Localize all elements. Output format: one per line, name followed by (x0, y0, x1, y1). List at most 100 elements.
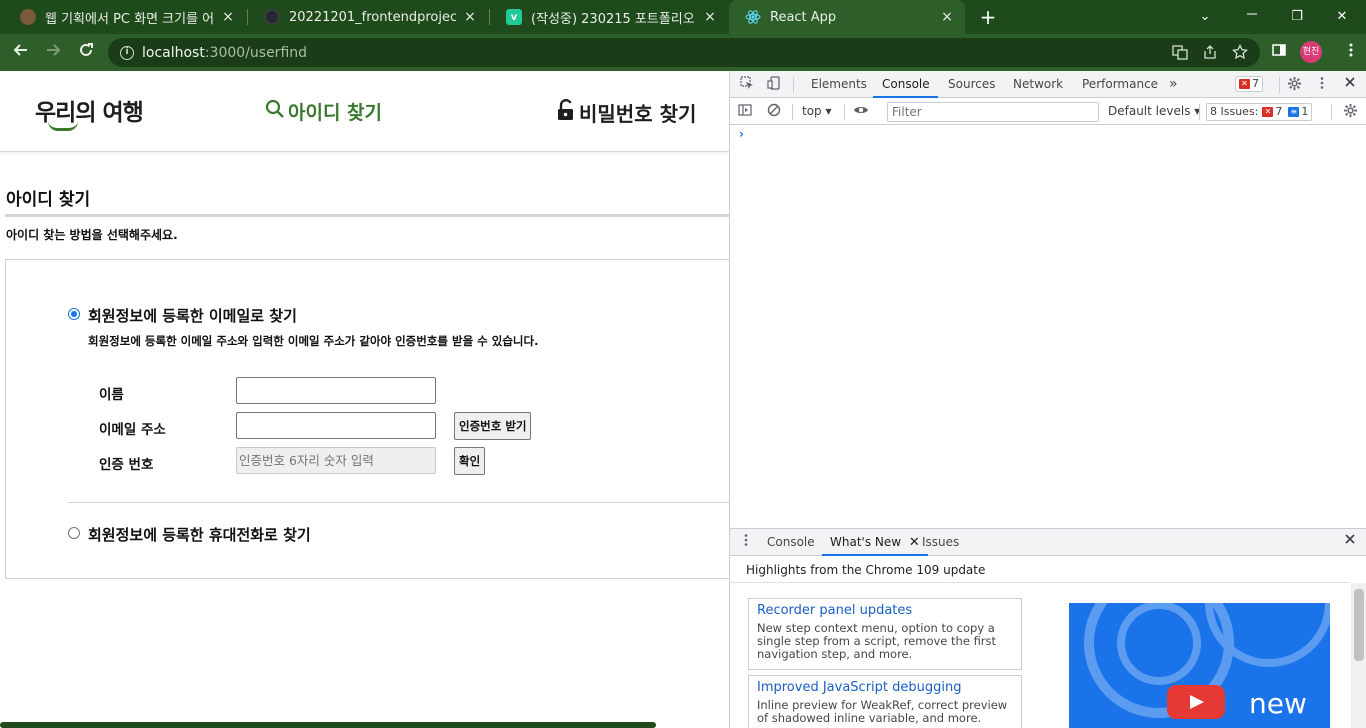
minimize-icon[interactable] (1240, 5, 1264, 29)
card-description: Inline preview for WeakRef, correct prev… (757, 698, 1008, 725)
page-description: 아이디 찾는 방법을 선택해주세요. (6, 228, 178, 242)
share-icon[interactable] (1200, 44, 1220, 64)
context-selector[interactable]: top ▾ (802, 104, 832, 118)
tab-favicon-icon (20, 9, 36, 25)
url-host: localhost (142, 44, 205, 61)
confirm-code-button[interactable]: 확인 (454, 447, 486, 475)
drawer-scrollbar-thumb[interactable] (1354, 589, 1364, 661)
reload-icon[interactable] (73, 40, 99, 66)
devtools-menu-icon[interactable] (1313, 76, 1331, 94)
side-panel-icon[interactable] (1266, 40, 1292, 66)
email-method-radio[interactable] (68, 308, 80, 320)
unlock-icon (556, 99, 579, 126)
tab-sources[interactable]: Sources (948, 71, 995, 98)
drawer-tab-whats-new[interactable]: What's New ✕ (822, 529, 928, 556)
profile-avatar[interactable]: 현진 (1300, 41, 1322, 63)
react-icon (745, 9, 761, 25)
tab-title: React App (770, 9, 837, 25)
devtools-drawer: Console What's New ✕ Issues Highlights f… (730, 528, 1366, 728)
card-title[interactable]: Improved JavaScript debugging (757, 680, 1013, 695)
drawer-divider (730, 582, 1350, 583)
chrome-update-promo-image[interactable]: new (1069, 603, 1330, 728)
youtube-play-icon[interactable] (1167, 685, 1225, 719)
tab-elements[interactable]: Elements (811, 71, 867, 98)
page-title: 아이디 찾기 (6, 190, 91, 210)
back-icon[interactable] (8, 40, 34, 66)
translate-icon[interactable] (1170, 44, 1190, 64)
tab-close-icon[interactable]: × (702, 9, 718, 25)
tab-title: (작성중) 230215 포트폴리오 프로 (531, 11, 696, 27)
address-bar[interactable]: i localhost:3000/userfind (108, 38, 1260, 67)
device-toolbar-icon[interactable] (765, 76, 783, 94)
log-levels-dropdown[interactable]: Default levels ▾ (1108, 104, 1200, 118)
toolbar-separator (844, 104, 845, 120)
error-count-badge[interactable]: ✕ 7 (1235, 76, 1263, 92)
more-tabs-icon[interactable]: » (1169, 71, 1178, 98)
search-icon (265, 99, 288, 124)
console-settings-icon[interactable] (1341, 103, 1359, 121)
tab-network[interactable]: Network (1013, 71, 1063, 98)
browser-tab-strip: 웹 기획에서 PC 화면 크기를 어떻 × 20221201_frontendp… (0, 0, 1366, 34)
show-sidebar-icon[interactable] (736, 103, 754, 121)
devtools-close-icon[interactable] (1341, 76, 1359, 94)
toolbar-separator (792, 104, 793, 120)
console-filter-input[interactable] (887, 102, 1099, 122)
error-icon: ✕ (1262, 107, 1274, 117)
toolbar-separator (793, 77, 794, 93)
clear-console-icon[interactable] (765, 103, 783, 121)
console-toolbar: top ▾ Default levels ▾ 8 Issues: ✕ 7 ≡ 1 (730, 99, 1366, 125)
drawer-menu-icon[interactable] (737, 533, 755, 551)
drawer-close-icon[interactable] (1341, 533, 1359, 551)
toolbar-separator (1331, 104, 1332, 120)
phone-method-label[interactable]: 회원정보에 등록한 휴대전화로 찾기 (88, 524, 311, 545)
browser-toolbar: i localhost:3000/userfind 현진 (0, 34, 1366, 71)
horizontal-scrollbar[interactable] (0, 722, 656, 728)
devtools-settings-icon[interactable] (1285, 76, 1303, 94)
browser-tab[interactable]: 20221201_frontendproject/serve × (248, 0, 488, 34)
site-info-icon[interactable]: i (120, 45, 134, 60)
name-input[interactable] (236, 377, 436, 404)
tab-close-icon[interactable]: × (220, 9, 236, 25)
restore-icon[interactable]: ❐ (1285, 5, 1309, 29)
tab-title: 웹 기획에서 PC 화면 크기를 어떻 (45, 11, 214, 27)
issues-badge[interactable]: 8 Issues: ✕ 7 ≡ 1 (1206, 103, 1313, 121)
phone-method-radio[interactable] (68, 527, 80, 539)
whats-new-card[interactable]: Recorder panel updates New step context … (748, 598, 1022, 670)
inspect-element-icon[interactable] (738, 76, 756, 94)
code-input[interactable] (236, 447, 436, 474)
toolbar-separator (1279, 77, 1280, 93)
browser-tab[interactable]: v (작성중) 230215 포트폴리오 프로 × (490, 0, 728, 34)
forward-icon[interactable] (40, 40, 66, 66)
browser-tab[interactable]: 웹 기획에서 PC 화면 크기를 어떻 × (4, 0, 246, 34)
send-code-button[interactable]: 인증번호 받기 (454, 412, 532, 440)
nav-find-id[interactable]: 아이디 찾기 (265, 98, 382, 125)
whats-new-card[interactable]: Improved JavaScript debugging Inline pre… (748, 675, 1022, 728)
nav-find-id-label: 아이디 찾기 (288, 102, 383, 124)
live-expression-eye-icon[interactable] (852, 103, 870, 121)
name-label: 이름 (99, 387, 124, 403)
email-method-description: 회원정보에 등록한 이메일 주소와 입력한 이메일 주소가 같아야 인증번호를 … (88, 334, 539, 348)
email-method-label[interactable]: 회원정보에 등록한 이메일로 찾기 (88, 305, 297, 326)
browser-menu-icon[interactable] (1338, 40, 1364, 66)
drawer-scrollbar[interactable] (1351, 583, 1366, 728)
drawer-tab-console[interactable]: Console (767, 529, 815, 556)
drawer-tab-bar: Console What's New ✕ Issues (730, 529, 1366, 556)
window-close-icon[interactable]: ✕ (1330, 5, 1354, 29)
tab-console[interactable]: Console (873, 71, 938, 98)
tab-close-icon[interactable]: × (462, 9, 478, 25)
velog-icon: v (506, 9, 522, 25)
new-tab-button[interactable]: + (976, 5, 1000, 29)
tab-close-icon[interactable]: × (939, 9, 955, 25)
card-title[interactable]: Recorder panel updates (757, 603, 1013, 618)
tab-search-icon[interactable]: ⌄ (1193, 5, 1217, 29)
drawer-tab-issues[interactable]: Issues (922, 529, 959, 556)
bookmark-star-icon[interactable] (1230, 43, 1250, 64)
devtools-panel: Elements Console Sources Network Perform… (729, 71, 1366, 728)
drawer-tab-close-icon[interactable]: ✕ (909, 535, 920, 550)
tab-performance[interactable]: Performance (1082, 71, 1158, 98)
email-input[interactable] (236, 412, 436, 439)
browser-tab-active[interactable]: React App × (729, 0, 965, 34)
promo-new-text: new (1249, 687, 1307, 720)
console-prompt[interactable]: › (739, 127, 744, 141)
nav-find-password[interactable]: 비밀번호 찾기 (556, 98, 696, 127)
